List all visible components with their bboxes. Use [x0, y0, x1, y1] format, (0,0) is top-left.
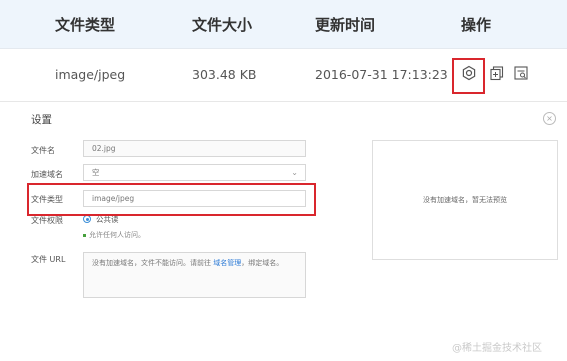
copy-icon: [490, 66, 504, 81]
table-header: 文件类型 文件大小 更新时间 操作: [0, 0, 567, 49]
gear-icon: [462, 65, 476, 81]
file-type-label: 文件类型: [31, 195, 63, 204]
info-dot-icon: [83, 233, 86, 237]
domain-label: 加速域名: [31, 170, 63, 179]
column-header-file-size: 文件大小: [192, 16, 253, 34]
cell-file-type: image/jpeg: [55, 67, 126, 82]
image-icon: [514, 66, 528, 80]
public-read-label: 公共读: [96, 215, 119, 224]
domain-select[interactable]: 空 ⌄: [83, 164, 306, 181]
file-url-box: 没有加速域名，文件不能访问。请前往 域名管理，绑定域名。: [83, 252, 306, 298]
domain-select-value: 空: [92, 168, 100, 177]
panel-title: 设置: [31, 114, 52, 126]
domain-management-link[interactable]: 域名管理: [213, 259, 241, 267]
copy-button[interactable]: [486, 62, 508, 84]
settings-button[interactable]: [458, 62, 480, 84]
permission-label: 文件权限: [31, 216, 63, 225]
url-text-1: 没有加速域名，文件不能访问。请前往: [92, 259, 214, 267]
column-header-updated: 更新时间: [315, 16, 376, 34]
preview-text: 没有加速域名，暂无法预览: [423, 196, 507, 204]
file-name-label: 文件名: [31, 146, 55, 155]
public-read-radio[interactable]: [83, 215, 91, 223]
table-row: image/jpeg 303.48 KB 2016-07-31 17:13:23: [0, 49, 567, 102]
preview-button[interactable]: [510, 62, 532, 84]
watermark: @稀土掘金技术社区: [452, 343, 542, 354]
url-text-2: ，绑定域名。: [241, 259, 284, 267]
column-header-file-type: 文件类型: [55, 16, 116, 34]
column-header-actions: 操作: [461, 16, 492, 34]
preview-area: 没有加速域名，暂无法预览: [372, 140, 558, 260]
permission-hint: 允许任何人访问。: [83, 230, 145, 240]
close-icon[interactable]: ×: [543, 112, 556, 125]
file-type-field[interactable]: image/jpeg: [83, 190, 306, 207]
chevron-down-icon: ⌄: [291, 168, 298, 177]
cell-file-size: 303.48 KB: [192, 67, 257, 82]
permission-hint-text: 允许任何人访问。: [89, 231, 145, 239]
settings-panel: 设置 × 文件名 02.jpg 加速域名 空 ⌄ 文件类型 image/jpeg…: [0, 102, 567, 361]
cell-updated-time: 2016-07-31 17:13:23: [315, 67, 448, 82]
file-name-field[interactable]: 02.jpg: [83, 140, 306, 157]
file-url-label: 文件 URL: [31, 255, 66, 264]
